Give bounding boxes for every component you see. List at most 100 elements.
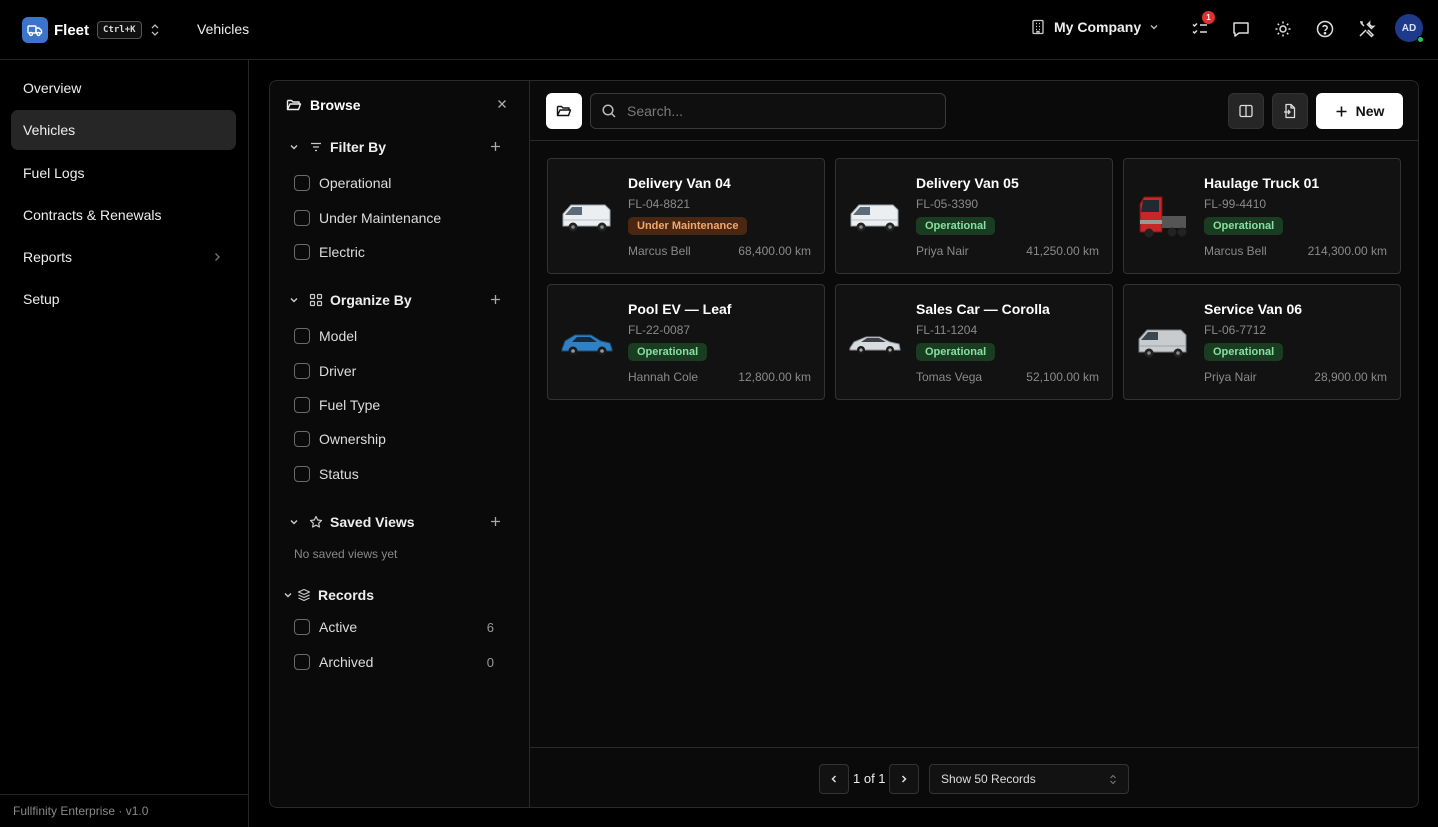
vehicle-code: FL-22-0087 (628, 323, 691, 337)
tasks-button[interactable]: 1 (1190, 11, 1215, 39)
tools-button[interactable] (1357, 19, 1377, 39)
vehicle-name: Haulage Truck 01 (1204, 175, 1320, 191)
checkbox[interactable] (294, 466, 310, 482)
option-label: Fuel Type (319, 397, 381, 413)
prev-page-button[interactable] (819, 764, 849, 794)
vehicle-name: Delivery Van 04 (628, 175, 731, 191)
building-icon (1030, 19, 1046, 35)
chevron-right-icon (212, 250, 222, 264)
plus-icon[interactable] (489, 140, 502, 153)
page-size-select[interactable]: Show 50 Records (929, 764, 1129, 794)
sidebar-item-setup[interactable]: Setup (11, 279, 236, 319)
sidebar-item-fuel-logs[interactable]: Fuel Logs (11, 153, 236, 193)
silver-car-icon (848, 315, 902, 369)
organize-ownership[interactable]: Ownership (294, 431, 494, 447)
plus-icon[interactable] (489, 293, 502, 306)
chevron-down-icon (286, 295, 302, 305)
sidebar-item-label: Vehicles (23, 122, 76, 138)
sidebar-item-contracts[interactable]: Contracts & Renewals (11, 195, 236, 235)
checkbox[interactable] (294, 210, 310, 226)
plus-icon[interactable] (489, 515, 502, 528)
user-avatar[interactable]: AD (1395, 14, 1424, 43)
filter-operational[interactable]: Operational (294, 175, 494, 191)
search-input[interactable] (627, 103, 927, 119)
grid-icon (308, 293, 324, 307)
checkbox[interactable] (294, 619, 310, 635)
white-van-icon (848, 189, 902, 243)
company-switcher[interactable]: My Company (1030, 19, 1159, 35)
section-label: Filter By (330, 139, 387, 155)
records-archived[interactable]: Archived 0 (294, 654, 494, 670)
messages-button[interactable] (1231, 19, 1251, 39)
white-van-icon (560, 189, 614, 243)
help-button[interactable] (1315, 19, 1335, 39)
vehicle-driver: Marcus Bell (628, 244, 691, 258)
sidebar-item-label: Contracts & Renewals (23, 207, 162, 223)
vehicle-odometer: 214,300.00 km (1307, 244, 1387, 258)
theme-toggle-button[interactable] (1273, 19, 1293, 39)
chevron-up-down-icon (1109, 774, 1117, 785)
chevron-right-icon (901, 775, 907, 783)
new-vehicle-button[interactable]: New (1316, 93, 1403, 129)
records-section[interactable]: Records (282, 587, 374, 603)
status-badge: Operational (1204, 217, 1284, 235)
record-count: 6 (486, 619, 494, 635)
close-icon[interactable] (496, 98, 508, 110)
search-box[interactable] (590, 93, 946, 129)
chevron-down-icon (286, 517, 302, 527)
status-badge: Operational (916, 217, 996, 235)
vehicle-card[interactable]: Delivery Van 05 FL-05-3390 Operational P… (835, 158, 1113, 274)
organize-by-section[interactable]: Organize By (286, 292, 412, 308)
vehicle-code: FL-06-7712 (1204, 323, 1267, 337)
checkbox[interactable] (294, 328, 310, 344)
organize-fuel-type[interactable]: Fuel Type (294, 397, 494, 413)
toggle-browse-button[interactable] (546, 93, 582, 129)
company-name: My Company (1054, 19, 1142, 35)
vehicle-odometer: 41,250.00 km (1026, 244, 1099, 258)
status-badge: Operational (628, 343, 708, 361)
sidebar-item-label: Setup (23, 291, 60, 307)
sidebar-item-label: Reports (23, 249, 73, 265)
vehicle-card[interactable]: Pool EV — Leaf FL-22-0087 Operational Ha… (547, 284, 825, 400)
export-button[interactable] (1272, 93, 1308, 129)
sidebar-item-overview[interactable]: Overview (11, 68, 236, 108)
sidebar-item-reports[interactable]: Reports (11, 237, 236, 277)
checkbox[interactable] (294, 244, 310, 260)
chat-icon (1233, 22, 1249, 37)
filter-by-section[interactable]: Filter By (286, 139, 386, 155)
page-size-label: Show 50 Records (941, 772, 1036, 786)
version-footer: Fullfinity Enterprise · v1.0 (0, 794, 248, 827)
vehicle-card[interactable]: Delivery Van 04 FL-04-8821 Under Mainten… (547, 158, 825, 274)
checkbox[interactable] (294, 363, 310, 379)
sidebar-item-vehicles[interactable]: Vehicles (11, 110, 236, 150)
records-active[interactable]: Active 6 (294, 619, 494, 635)
vehicle-odometer: 12,800.00 km (738, 370, 811, 384)
checkbox[interactable] (294, 654, 310, 670)
filter-under-maintenance[interactable]: Under Maintenance (294, 210, 494, 226)
content-area: New Delivery Van 04 FL-04-8821 Under Mai… (530, 81, 1418, 807)
organize-status[interactable]: Status (294, 466, 494, 482)
checkbox[interactable] (294, 175, 310, 191)
vehicle-card[interactable]: Sales Car — Corolla FL-11-1204 Operation… (835, 284, 1113, 400)
organize-model[interactable]: Model (294, 328, 494, 344)
checkbox[interactable] (294, 397, 310, 413)
checkbox[interactable] (294, 431, 310, 447)
vehicle-driver: Priya Nair (1204, 370, 1257, 384)
browse-panel: Browse Filter By Operational Under Maint… (270, 81, 530, 807)
pagination-bar: 1 of 1 Show 50 Records (530, 747, 1418, 807)
organize-driver[interactable]: Driver (294, 363, 494, 379)
chevron-down-icon (282, 590, 294, 600)
new-button-label: New (1355, 103, 1385, 119)
vehicle-code: FL-99-4410 (1204, 197, 1267, 211)
filter-electric[interactable]: Electric (294, 244, 494, 260)
next-page-button[interactable] (889, 764, 919, 794)
app-switcher[interactable]: Fleet Ctrl+K (22, 17, 160, 43)
record-count: 0 (486, 654, 494, 670)
saved-views-section[interactable]: Saved Views (286, 514, 415, 530)
filter-icon (308, 140, 324, 154)
option-label: Operational (319, 175, 392, 191)
shortcut-hint: Ctrl+K (97, 21, 142, 39)
vehicle-card[interactable]: Service Van 06 FL-06-7712 Operational Pr… (1123, 284, 1401, 400)
split-view-button[interactable] (1228, 93, 1264, 129)
vehicle-card[interactable]: Haulage Truck 01 FL-99-4410 Operational … (1123, 158, 1401, 274)
